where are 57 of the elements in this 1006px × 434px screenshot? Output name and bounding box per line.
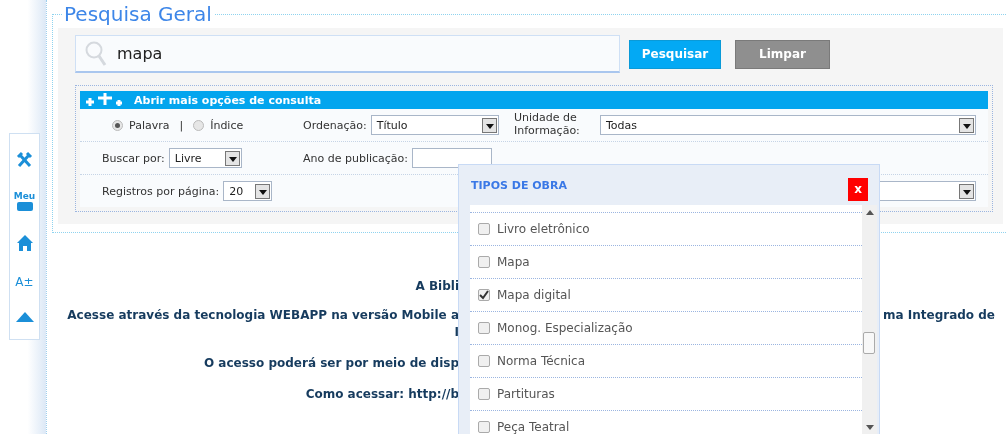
font-size-button[interactable]: A±: [15, 274, 34, 289]
search-by-select[interactable]: Livre: [168, 148, 242, 168]
checkbox[interactable]: [478, 256, 490, 268]
page-title: Pesquisa Geral: [63, 2, 213, 26]
info-text: Como acessar: http://b: [305, 387, 459, 401]
options-header[interactable]: Abrir mais opções de consulta: [80, 91, 988, 109]
home-icon[interactable]: [15, 234, 34, 252]
checkbox-label: Monog. Especialização: [497, 321, 633, 335]
ordering-select[interactable]: Título: [370, 115, 499, 135]
checkbox-label: Mapa: [497, 255, 530, 269]
checkbox-label: Peça Teatral: [497, 420, 570, 434]
search-icon: [85, 40, 107, 67]
separator: |: [179, 118, 184, 132]
dialog-title: TIPOS DE OBRA: [471, 178, 567, 192]
field-label: Ordenação:: [303, 118, 367, 132]
radio-button[interactable]: [193, 119, 205, 131]
scrollbar[interactable]: [862, 205, 877, 434]
checkbox[interactable]: [478, 421, 490, 433]
scroll-down-icon[interactable]: [865, 425, 874, 430]
checkbox-label: Norma Técnica: [497, 354, 586, 368]
dropdown-icon: [959, 117, 974, 133]
field-label: Registros por página:: [102, 184, 220, 198]
scroll-thumb[interactable]: [863, 332, 875, 354]
briefcase-button[interactable]: Meu: [13, 192, 36, 212]
tools-icon[interactable]: [15, 151, 34, 170]
dropdown-icon: [959, 183, 974, 199]
checkbox[interactable]: [478, 223, 490, 235]
year-field[interactable]: [412, 148, 493, 168]
radio-label: Índice: [210, 118, 244, 132]
checkbox[interactable]: [478, 322, 490, 334]
dropdown-icon: [481, 117, 497, 133]
checkbox[interactable]: [478, 388, 490, 400]
scroll-up-icon[interactable]: [865, 210, 874, 215]
search-button[interactable]: Pesquisar: [629, 39, 721, 69]
field-label: Buscar por:: [102, 151, 165, 165]
clear-button[interactable]: Limpar: [735, 39, 830, 69]
unit-select[interactable]: Todas: [600, 115, 976, 135]
checkbox-label: Partituras: [497, 387, 555, 401]
up-arrow-icon[interactable]: [15, 311, 34, 322]
info-text: O acesso poderá ser por meio de disp: [203, 356, 459, 370]
checkbox-label: Mapa digital: [497, 288, 571, 302]
radio-label: Palavra: [129, 118, 170, 132]
dropdown-icon: [224, 150, 240, 166]
checkbox-label: Livro eletrônico: [497, 222, 590, 236]
dropdown-icon: [255, 183, 271, 199]
info-text: Acesse através da tecnologia WEBAPP na versão Mobile a: [67, 308, 459, 322]
per-page-select[interactable]: 20: [223, 181, 273, 201]
search-field[interactable]: mapa: [75, 35, 620, 73]
radio-button[interactable]: [112, 119, 123, 131]
checkbox[interactable]: [478, 355, 490, 367]
checkbox[interactable]: [478, 289, 490, 301]
field-label: Unidade de Informação:: [514, 112, 581, 138]
close-button[interactable]: x: [848, 177, 868, 201]
info-text: A Bibli: [415, 279, 459, 293]
info-text: I: [454, 325, 459, 339]
field-label: Ano de publicação:: [303, 151, 409, 165]
info-text: ma Integrado de: [883, 308, 995, 322]
